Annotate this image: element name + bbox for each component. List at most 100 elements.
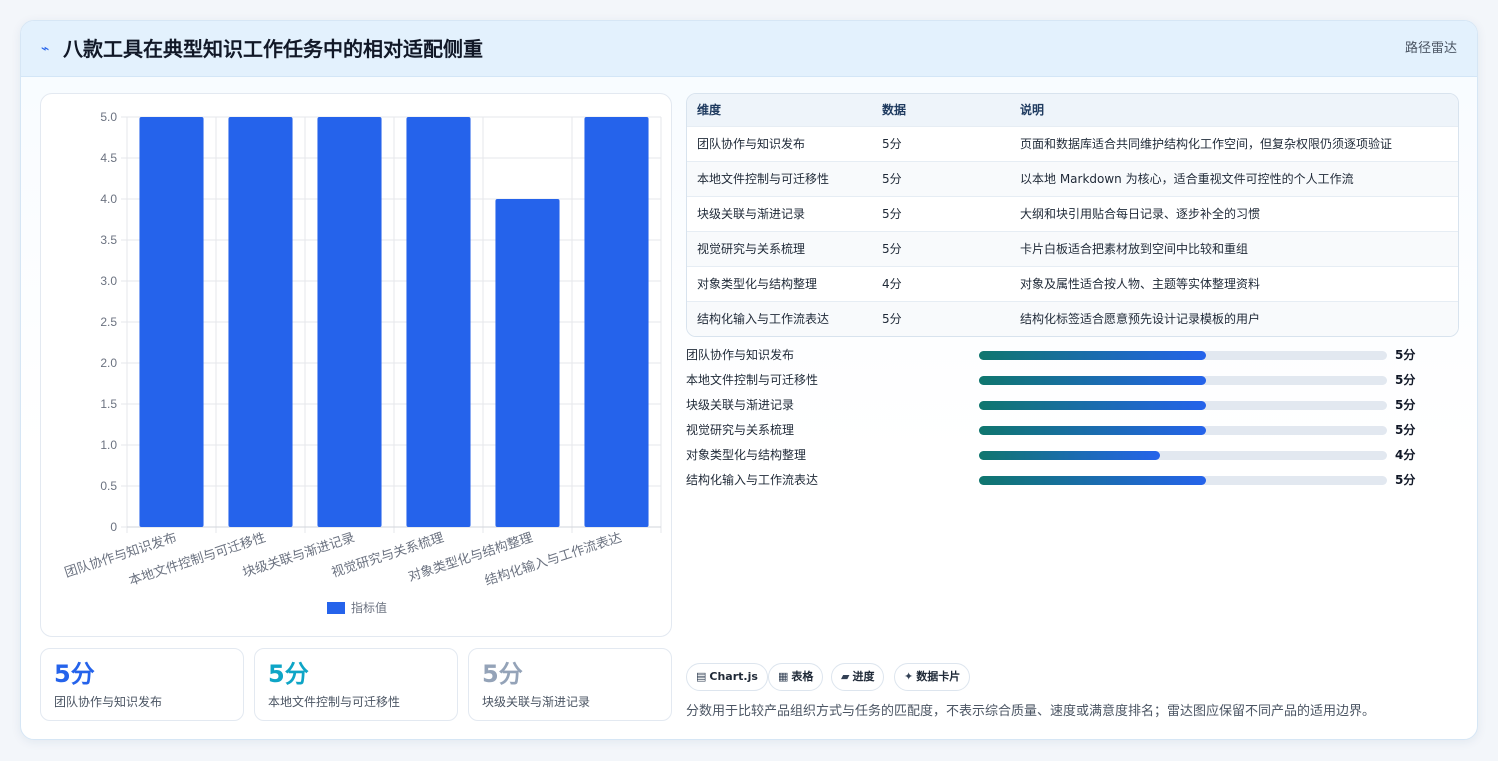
table-cell: 对象及属性适合按人物、主题等实体整理资料 xyxy=(1020,277,1261,291)
table-cell: 4分 xyxy=(882,277,902,291)
bar xyxy=(317,117,382,527)
y-tick-label: 4.5 xyxy=(100,151,117,165)
y-tick-label: 0 xyxy=(110,520,117,534)
data-table: 维度 数据 说明 团队协作与知识发布 5分 页面和数据库适合共同维护结构化工作空… xyxy=(686,93,1459,337)
main-card: ⌁ 八款工具在典型知识工作任务中的相对适配侧重 路径雷达 0 0.5 1.0 1.5 2… xyxy=(20,20,1478,740)
progress-fill xyxy=(979,401,1206,410)
column-header: 说明 xyxy=(1020,103,1045,117)
table-cell: 卡片白板适合把素材放到空间中比较和重组 xyxy=(1020,242,1249,256)
bar xyxy=(495,199,560,527)
progress-track xyxy=(979,351,1387,360)
stat-card-2: 5分 本地文件控制与可迁移性 xyxy=(254,648,458,721)
trend-icon: ⌁ xyxy=(41,41,50,57)
y-tick-label: 2.5 xyxy=(100,315,117,329)
table-cell: 页面和数据库适合共同维护结构化工作空间，但复杂权限仍须逐项验证 xyxy=(1020,137,1393,151)
table-cell: 本地文件控制与可迁移性 xyxy=(697,172,830,186)
table-header: 维度 数据 说明 xyxy=(687,94,1458,127)
progress-row: 块级关联与渐进记录 5分 xyxy=(686,395,1426,415)
progress-value: 5分 xyxy=(1395,373,1416,387)
table-row: 本地文件控制与可迁移性 5分 以本地 Markdown 为核心，适合重视文件可控… xyxy=(687,162,1458,197)
chip-label: 进度 xyxy=(852,670,875,683)
stat-card-1: 5分 团队协作与知识发布 xyxy=(40,648,244,721)
chip-label: 数据卡片 xyxy=(916,670,961,683)
table-cell: 5分 xyxy=(882,242,902,256)
chip-table[interactable]: ▦ 表格 xyxy=(768,663,824,691)
table-cell: 大纲和块引用贴合每日记录、逐步补全的习惯 xyxy=(1020,207,1261,221)
progress-row: 对象类型化与结构整理 4分 xyxy=(686,445,1426,465)
bar-chart: 0 0.5 1.0 1.5 2.0 2.5 3.0 3.5 4.0 4.5 5.0 团队协作与知识发布… xyxy=(40,93,672,637)
progress-fill xyxy=(979,451,1161,460)
progress-label: 块级关联与渐进记录 xyxy=(686,398,795,412)
chip-label: 表格 xyxy=(791,670,814,683)
progress-track xyxy=(979,426,1387,435)
progress-value: 5分 xyxy=(1395,398,1416,412)
progress-track xyxy=(979,401,1387,410)
progress-row: 视觉研究与关系梳理 5分 xyxy=(686,420,1426,440)
y-tick-label: 1.5 xyxy=(100,397,117,411)
bar xyxy=(584,117,649,527)
progress-track xyxy=(979,476,1387,485)
table-cell: 块级关联与渐进记录 xyxy=(697,207,806,221)
progress-icon: ▰ xyxy=(841,670,850,683)
stat-value: 5分 xyxy=(54,660,95,688)
table-cell: 5分 xyxy=(882,137,902,151)
chip-label: Chart.js xyxy=(709,670,758,683)
table-cell: 结构化标签适合愿意预先设计记录模板的用户 xyxy=(1020,312,1261,326)
table-cell: 视觉研究与关系梳理 xyxy=(697,242,806,256)
bar xyxy=(406,117,471,527)
progress-value: 5分 xyxy=(1395,473,1416,487)
y-tick-label: 3.5 xyxy=(100,233,117,247)
footnote: 分数用于比较产品组织方式与任务的匹配度，不表示综合质量、速度或满意度排名；雷达图… xyxy=(686,704,1376,719)
progress-row: 团队协作与知识发布 5分 xyxy=(686,345,1426,365)
bar xyxy=(139,117,204,527)
table-cell: 5分 xyxy=(882,172,902,186)
progress-fill xyxy=(979,351,1206,360)
progress-fill xyxy=(979,426,1206,435)
stat-label: 本地文件控制与可迁移性 xyxy=(268,695,401,709)
progress-label: 对象类型化与结构整理 xyxy=(686,448,807,462)
y-tick-label: 5.0 xyxy=(100,110,117,124)
progress-fill xyxy=(979,376,1206,385)
table-row: 团队协作与知识发布 5分 页面和数据库适合共同维护结构化工作空间，但复杂权限仍须… xyxy=(687,127,1458,162)
stat-card-3: 5分 块级关联与渐进记录 xyxy=(468,648,672,721)
chart-svg: 00.51.01.52.02.53.03.54.04.55.0团队协作与知识发布… xyxy=(63,110,662,615)
progress-label: 结构化输入与工作流表达 xyxy=(686,473,819,487)
header-tag: 路径雷达 xyxy=(1404,41,1457,56)
column-header: 数据 xyxy=(882,103,907,117)
table-row: 视觉研究与关系梳理 5分 卡片白板适合把素材放到空间中比较和重组 xyxy=(687,232,1458,267)
progress-track xyxy=(979,451,1387,460)
table-icon: ▦ xyxy=(778,670,789,683)
table-row: 结构化输入与工作流表达 5分 结构化标签适合愿意预先设计记录模板的用户 xyxy=(687,302,1458,336)
chip-chart[interactable]: ▤ Chart.js xyxy=(686,663,768,691)
table-cell: 5分 xyxy=(882,207,902,221)
table-cell: 以本地 Markdown 为核心，适合重视文件可控性的个人工作流 xyxy=(1020,172,1354,186)
column-header: 维度 xyxy=(697,103,722,117)
table-row: 对象类型化与结构整理 4分 对象及属性适合按人物、主题等实体整理资料 xyxy=(687,267,1458,302)
progress-value: 5分 xyxy=(1395,348,1416,362)
table-cell: 对象类型化与结构整理 xyxy=(697,277,818,291)
progress-value: 4分 xyxy=(1395,448,1416,462)
progress-row: 结构化输入与工作流表达 5分 xyxy=(686,470,1426,490)
page-title: 八款工具在典型知识工作任务中的相对适配侧重 xyxy=(63,37,483,61)
stat-label: 团队协作与知识发布 xyxy=(54,695,163,709)
y-tick-label: 1.0 xyxy=(100,438,117,452)
y-tick-label: 4.0 xyxy=(100,192,117,206)
table-cell: 5分 xyxy=(882,312,902,326)
table-cell: 团队协作与知识发布 xyxy=(697,137,806,151)
stat-value: 5分 xyxy=(482,660,523,688)
chip-progress[interactable]: ▰ 进度 xyxy=(831,663,885,691)
chart-icon: ▤ xyxy=(696,670,707,683)
progress-label: 团队协作与知识发布 xyxy=(686,348,795,362)
progress-fill xyxy=(979,476,1206,485)
y-tick-label: 3.0 xyxy=(100,274,117,288)
legend-label: 指标值 xyxy=(351,600,387,615)
chip-card[interactable]: ✦ 数据卡片 xyxy=(894,663,971,691)
y-tick-label: 2.0 xyxy=(100,356,117,370)
stat-label: 块级关联与渐进记录 xyxy=(482,695,591,709)
progress-value: 5分 xyxy=(1395,423,1416,437)
progress-row: 本地文件控制与可迁移性 5分 xyxy=(686,370,1426,390)
legend-swatch xyxy=(327,602,345,614)
card-icon: ✦ xyxy=(904,670,914,683)
progress-track xyxy=(979,376,1387,385)
y-tick-label: 0.5 xyxy=(100,479,117,493)
